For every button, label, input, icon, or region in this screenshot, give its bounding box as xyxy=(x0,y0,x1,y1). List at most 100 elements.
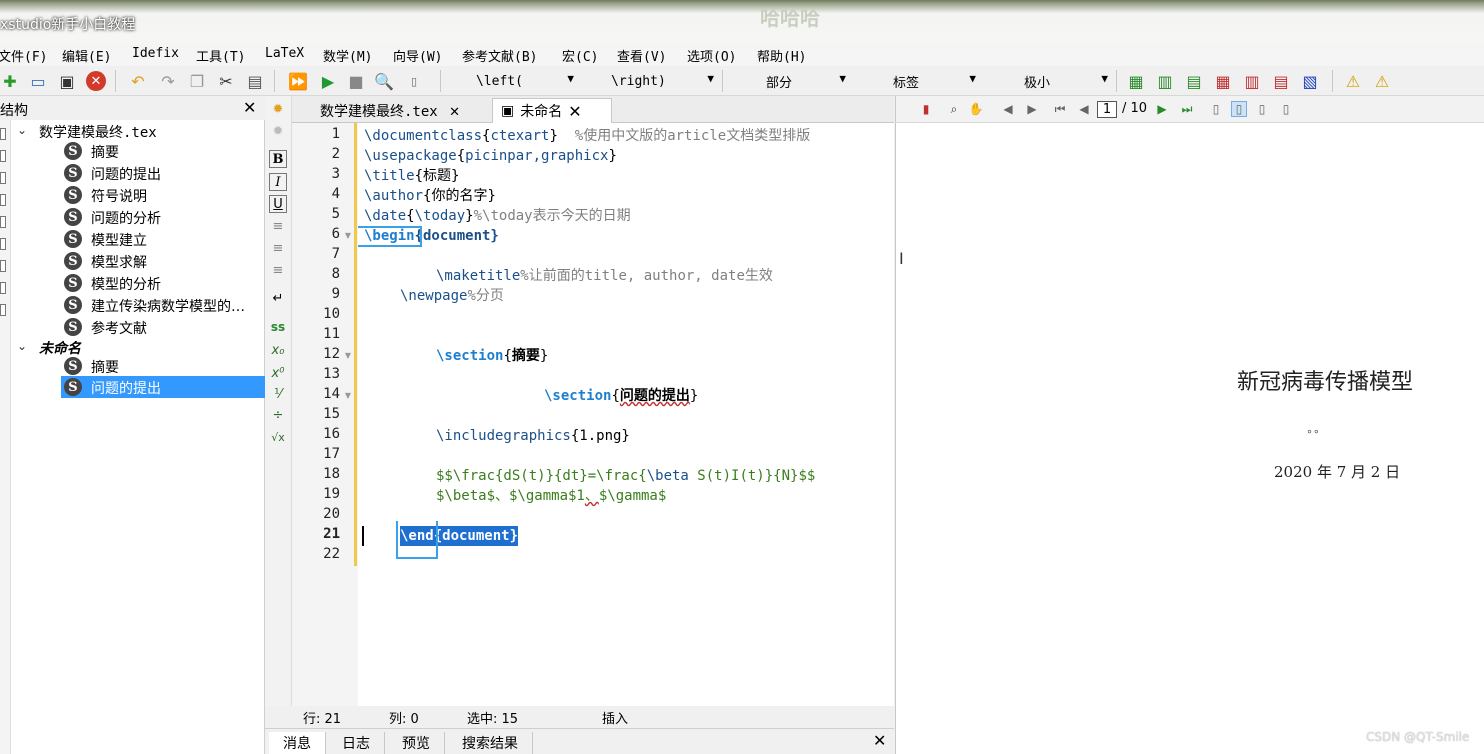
subscript-icon[interactable]: x₀ xyxy=(269,341,287,359)
save-icon[interactable]: ▣ xyxy=(57,71,77,91)
sqrt-button[interactable]: √x xyxy=(269,428,287,446)
tree-item[interactable]: S 参考文献 xyxy=(11,316,265,338)
stop-icon[interactable]: ■ xyxy=(346,71,366,91)
bold-button[interactable]: B xyxy=(269,150,287,168)
align-center-icon[interactable]: ≡ xyxy=(269,239,287,257)
fold-icon[interactable]: ▼ xyxy=(345,231,351,240)
compile-icon[interactable]: ▶ xyxy=(318,71,338,91)
label-combo[interactable]: 标签 ▼ xyxy=(856,70,978,92)
strip-tab-icon[interactable] xyxy=(0,216,6,228)
underline-button[interactable]: U xyxy=(269,195,287,213)
view-icon[interactable]: 🔍 xyxy=(374,71,394,91)
tree-doc-main[interactable]: ⌄ 数学建模最终.tex xyxy=(11,120,265,142)
chevron-down-icon[interactable]: ⌄ xyxy=(17,123,27,137)
warning-next-icon[interactable]: ⚠ xyxy=(1372,71,1392,91)
menu-bibliography[interactable]: 参考文献(B) xyxy=(462,46,537,65)
tree-item[interactable]: S 模型求解 xyxy=(11,250,265,272)
strip-tab-icon[interactable] xyxy=(0,260,6,272)
strip-tab-icon[interactable] xyxy=(0,282,6,294)
fold-icon[interactable]: ▼ xyxy=(345,351,351,360)
strip-tab-icon[interactable] xyxy=(0,128,6,140)
left-delimiter-combo[interactable]: \left( ▼ xyxy=(448,70,576,92)
two-page-icon[interactable]: ▯ xyxy=(1254,101,1270,117)
log-icon[interactable]: ▯ xyxy=(404,71,424,91)
tree-item[interactable]: S 摘要 xyxy=(11,140,265,162)
close-icon[interactable]: ✕ xyxy=(243,98,256,117)
tab-messages[interactable]: 消息 xyxy=(269,732,326,754)
tab-search-results[interactable]: 搜索结果 xyxy=(448,732,533,754)
menu-math[interactable]: 数学(M) xyxy=(323,46,372,65)
new-file-icon[interactable]: ✚ xyxy=(0,71,20,91)
table-delete-column-icon[interactable]: ▥ xyxy=(1242,71,1262,91)
fold-icon[interactable]: ▼ xyxy=(345,391,351,400)
tab-untitled[interactable]: ▣ 未命名 ✕ xyxy=(492,98,612,123)
single-page-icon[interactable]: ▯ xyxy=(1208,101,1224,117)
chevron-down-icon[interactable]: ⌄ xyxy=(17,339,27,353)
continuous-icon[interactable]: ▯ xyxy=(1231,101,1247,117)
menu-wizard[interactable]: 向导(W) xyxy=(393,46,442,65)
newline-icon[interactable]: ↵ xyxy=(269,289,287,307)
copy-icon[interactable]: ❐ xyxy=(187,71,207,91)
close-doc-icon[interactable]: ✕ xyxy=(86,71,106,91)
tree-item[interactable]: S 模型的分析 xyxy=(11,272,265,294)
right-delimiter-combo[interactable]: \right) ▼ xyxy=(586,70,716,92)
menu-help[interactable]: 帮助(H) xyxy=(757,46,806,65)
table-delete-icon[interactable]: ▤ xyxy=(1271,71,1291,91)
tab-preview[interactable]: 预览 xyxy=(388,732,445,754)
menu-file[interactable]: 文件(F) xyxy=(0,46,47,65)
bookmark-icon[interactable]: ✹ xyxy=(269,100,287,118)
tree-item[interactable]: S 摘要 xyxy=(11,355,265,377)
forward-icon[interactable]: ▶ xyxy=(1024,101,1040,117)
menu-options[interactable]: 选项(O) xyxy=(687,46,736,65)
prev-page-icon[interactable]: ◀ xyxy=(1076,101,1092,117)
strip-tab-icon[interactable] xyxy=(0,194,6,206)
build-view-icon[interactable]: ⏩ xyxy=(288,71,308,91)
cut-icon[interactable]: ✂ xyxy=(216,71,236,91)
tree-item[interactable]: S 符号说明 xyxy=(11,184,265,206)
italic-button[interactable]: I xyxy=(269,173,287,191)
tree-item[interactable]: S 模型建立 xyxy=(11,228,265,250)
menu-view[interactable]: 查看(V) xyxy=(617,46,666,65)
strip-tab-icon[interactable] xyxy=(0,172,6,184)
search-icon[interactable]: ⌕ xyxy=(946,101,962,117)
tree-item[interactable]: S 建立传染病数学模型的… xyxy=(11,294,265,316)
tree-item-selected[interactable]: S 问题的提出 xyxy=(11,376,265,398)
menu-edit[interactable]: 编辑(E) xyxy=(62,46,111,65)
section-combo[interactable]: 部分 ▼ xyxy=(730,70,848,92)
hand-tool-icon[interactable]: ✋ xyxy=(968,101,984,117)
back-icon[interactable]: ◀ xyxy=(1000,101,1016,117)
close-icon[interactable]: ✕ xyxy=(873,731,886,750)
last-page-icon[interactable]: ⏭ xyxy=(1179,101,1195,117)
bookmark-next-icon[interactable]: ✹ xyxy=(269,122,287,140)
menu-idefix[interactable]: Idefix xyxy=(132,46,179,61)
next-page-icon[interactable]: ▶ xyxy=(1154,101,1170,117)
tree-item[interactable]: S 问题的提出 xyxy=(11,162,265,184)
menu-latex[interactable]: LaTeX xyxy=(265,46,304,61)
fraction-icon[interactable]: ⅟ xyxy=(269,385,287,403)
menu-tools[interactable]: 工具(T) xyxy=(196,46,245,65)
table-align-icon[interactable]: ▧ xyxy=(1300,71,1320,91)
paste-icon[interactable]: ▤ xyxy=(245,71,265,91)
strip-tab-icon[interactable] xyxy=(0,238,6,250)
math-mode-button[interactable]: ss xyxy=(269,318,287,336)
close-icon[interactable]: ✕ xyxy=(450,101,460,120)
code-editor[interactable]: \documentclass{ctexart} %使用中文版的article文档… xyxy=(358,123,894,706)
close-icon[interactable]: ✕ xyxy=(568,102,581,121)
menu-macros[interactable]: 宏(C) xyxy=(562,46,598,65)
fit-page-icon[interactable]: ▯ xyxy=(1278,101,1294,117)
dfrac-icon[interactable]: ÷ xyxy=(269,406,287,424)
table-row-icon[interactable]: ▦ xyxy=(1213,71,1233,91)
tree-item[interactable]: S 问题的分析 xyxy=(11,206,265,228)
table-icon[interactable]: ▦ xyxy=(1126,71,1146,91)
warning-icon[interactable]: ⚠ xyxy=(1343,71,1363,91)
tab-main-tex[interactable]: 数学建模最终.tex ✕ xyxy=(312,98,510,123)
page-number-input[interactable]: 1 xyxy=(1097,101,1117,118)
pdf-bookmark-icon[interactable]: ▮ xyxy=(918,101,934,117)
superscript-icon[interactable]: x⁰ xyxy=(269,364,287,382)
table-insert-icon[interactable]: ▤ xyxy=(1184,71,1204,91)
redo-icon[interactable]: ↷ xyxy=(158,71,178,91)
align-right-icon[interactable]: ≡ xyxy=(269,261,287,279)
pdf-preview[interactable]: I 新冠病毒传播模型 ∘∘ 2020 年 7 月 2 日 xyxy=(895,123,1484,754)
tab-log[interactable]: 日志 xyxy=(328,732,385,754)
size-combo[interactable]: 极小 ▼ xyxy=(984,70,1110,92)
